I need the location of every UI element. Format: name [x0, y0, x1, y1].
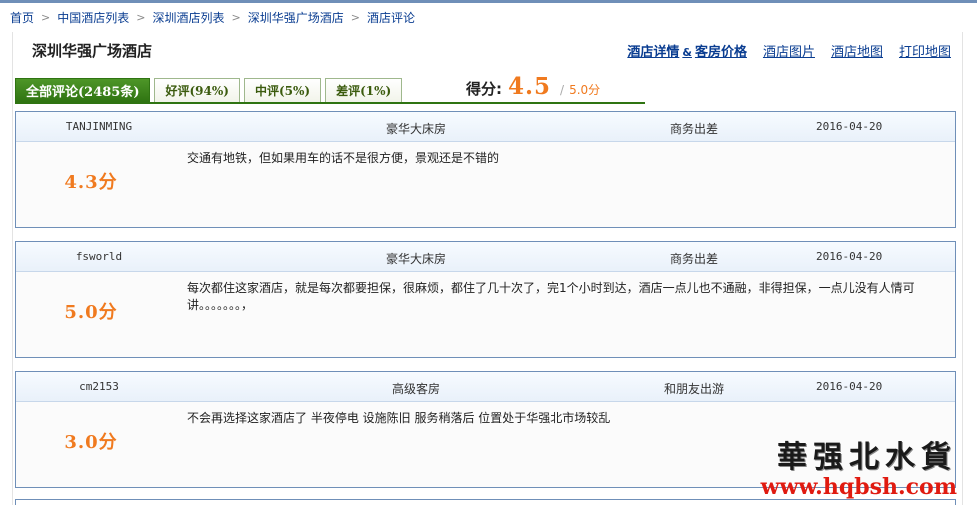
top-border [0, 0, 977, 3]
review-card: TANJINMING 豪华大床房 商务出差 2016-04-20 4.3分 交通… [15, 111, 956, 228]
review-text: 不会再选择这家酒店了 半夜停电 设施陈旧 服务稍落后 位置处于华强北市场较乱 [187, 411, 611, 425]
hotel-details-link[interactable]: 酒店详情 & 客房价格 [627, 41, 747, 60]
review-room-type: 豪华大床房 [385, 122, 446, 136]
room-price-label: 客房价格 [694, 45, 747, 60]
review-date: 2016-04-20 [816, 120, 883, 133]
breadcrumb-separator: > [136, 10, 146, 24]
review-room-type: 高级客房 [391, 382, 440, 396]
page-title: 深圳华强广场酒店 [32, 42, 153, 60]
review-text: 每次都住这家酒店，就是每次都要担保，很麻烦，都住了几十次了，完1个小时到达，酒店… [187, 281, 915, 312]
review-header: TANJINMING 豪华大床房 商务出差 2016-04-20 [16, 112, 955, 142]
breadcrumb-china-hotels-link[interactable]: 中国酒店列表 [57, 9, 129, 26]
review-text: 交通有地铁，但如果用车的话不是很方便，景观还是不错的 [187, 151, 500, 165]
hotel-map-link[interactable]: 酒店地图 [831, 41, 883, 60]
watermark: 華强北水貨 www.hqbsh.com [761, 432, 957, 500]
review-body: 4.3分 交通有地铁，但如果用车的话不是很方便，景观还是不错的 [16, 142, 955, 227]
breadcrumb-home-link[interactable]: 首页 [10, 9, 34, 26]
review-header: fsworld 豪华大床房 商务出差 2016-04-20 [16, 242, 955, 272]
breadcrumb-shenzhen-hotels-link[interactable]: 深圳酒店列表 [152, 9, 224, 26]
tab-positive-reviews[interactable]: 好评(94%) [154, 78, 240, 102]
overall-score: 得分: 4.5 / 5.0分 [466, 73, 600, 100]
watermark-name: 華强北水貨 [777, 440, 957, 475]
tabs-underline [15, 102, 645, 104]
review-username: cm2153 [79, 380, 119, 393]
score-value: 4.5 [508, 73, 552, 100]
review-username: fsworld [75, 250, 123, 263]
tab-neutral-reviews[interactable]: 中评(5%) [243, 78, 322, 102]
breadcrumb-separator: > [350, 10, 360, 24]
ampersand: & [682, 46, 692, 59]
hotel-details-label: 酒店详情 [627, 45, 680, 60]
review-date: 2016-04-20 [816, 250, 883, 263]
review-score: 4.3分 [64, 172, 118, 193]
review-header: cm2153 高级客房 和朋友出游 2016-04-20 [16, 372, 955, 402]
breadcrumb-reviews-link[interactable]: 酒店评论 [367, 9, 415, 26]
review-score: 3.0分 [64, 432, 118, 453]
review-trip-type: 和朋友出游 [663, 382, 724, 396]
review-username: TANJINMING [65, 120, 133, 133]
review-body: 5.0分 每次都住这家酒店，就是每次都要担保，很麻烦，都住了几十次了，完1个小时… [16, 272, 955, 357]
review-trip-type: 商务出差 [669, 252, 718, 266]
breadcrumb-separator: > [41, 10, 51, 24]
breadcrumb-hotel-link[interactable]: 深圳华强广场酒店 [248, 9, 344, 26]
tab-all-reviews[interactable]: 全部评论(2485条) [15, 78, 151, 102]
breadcrumb-separator: > [231, 10, 241, 24]
review-card: fsworld 豪华大床房 商务出差 2016-04-20 5.0分 每次都住这… [15, 241, 956, 358]
review-trip-type: 商务出差 [669, 122, 718, 136]
breadcrumb: 首页 > 中国酒店列表 > 深圳酒店列表 > 深圳华强广场酒店 > 酒店评论 [10, 8, 415, 26]
review-filter-tabs: 全部评论(2485条) 好评(94%) 中评(5%) 差评(1%) [15, 78, 403, 102]
watermark-url: www.hqbsh.com [760, 474, 957, 500]
hotel-photos-link[interactable]: 酒店图片 [763, 41, 815, 60]
score-slash: / [560, 83, 565, 97]
tab-negative-reviews[interactable]: 差评(1%) [325, 78, 403, 102]
score-max: 5.0分 [569, 83, 601, 97]
review-date: 2016-04-20 [816, 380, 883, 393]
print-map-link[interactable]: 打印地图 [899, 41, 951, 60]
review-score: 5.0分 [64, 302, 118, 323]
review-room-type: 豪华大床房 [385, 252, 446, 266]
score-label: 得分: [466, 80, 502, 98]
hotel-nav-links: 酒店详情 & 客房价格 酒店图片 酒店地图 打印地图 [627, 41, 951, 60]
